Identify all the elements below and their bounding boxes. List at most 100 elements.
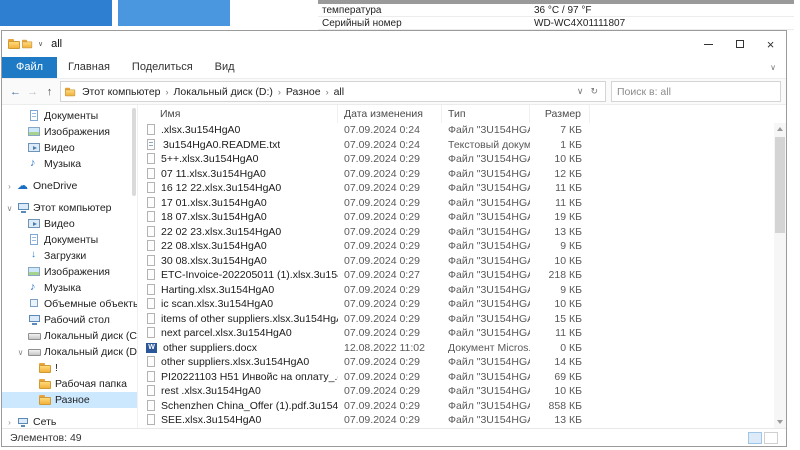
file-date: 07.09.2024 0:29	[338, 385, 442, 397]
sidebar-item[interactable]: ›OneDrive	[2, 178, 137, 194]
file-icon	[146, 153, 157, 165]
file-row[interactable]: 17 01.xlsx.3u154HgA007.09.2024 0:29Файл …	[138, 196, 786, 211]
file-row[interactable]: ETC-Invoice-202205011 (1).xlsx.3u154HgA0…	[138, 268, 786, 283]
file-row[interactable]: 30 08.xlsx.3u154HgA007.09.2024 0:29Файл …	[138, 254, 786, 269]
column-header-size[interactable]: Размер	[530, 105, 590, 123]
file-icon	[146, 371, 157, 383]
file-row[interactable]: rest .xlsx.3u154HgA007.09.2024 0:29Файл …	[138, 384, 786, 399]
thumbnails-view-button[interactable]	[764, 432, 778, 444]
file-row[interactable]: SEE.xlsx.3u154HgA007.09.2024 0:29Файл "3…	[138, 413, 786, 428]
file-row[interactable]: 22 02 23.xlsx.3u154HgA007.09.2024 0:29Фа…	[138, 225, 786, 240]
forward-button[interactable]: →	[24, 86, 41, 98]
file-row[interactable]: 3u154HgA0.README.txt07.09.2024 0:24Текст…	[138, 138, 786, 153]
sidebar-item[interactable]: Видео	[2, 140, 137, 156]
sidebar-scrollbar[interactable]	[131, 108, 137, 425]
file-icon	[146, 226, 157, 238]
close-button[interactable]: ×	[755, 31, 786, 57]
file-name-cell: Harting.xlsx.3u154HgA0	[138, 284, 338, 296]
ribbon-collapse-icon[interactable]: ∨	[770, 63, 776, 72]
expand-closed-icon[interactable]: ›	[5, 418, 14, 427]
spec-value: 36 °C / 97 °F	[534, 5, 794, 16]
file-row[interactable]: 22 08.xlsx.3u154HgA007.09.2024 0:29Файл …	[138, 239, 786, 254]
file-row[interactable]: shipment.xlsx.3u154HgA007.09.2024 0:29Фа…	[138, 428, 786, 429]
file-row[interactable]: PI20221103 H51 Инвойс на оплату_.doc...0…	[138, 370, 786, 385]
folder-icon	[39, 394, 52, 406]
file-row[interactable]: Schenzhen China_Offer (1).pdf.3u154HgA00…	[138, 399, 786, 414]
ribbon-tab-file[interactable]: Файл	[2, 57, 57, 78]
sidebar-item[interactable]: Загрузки	[2, 248, 137, 264]
sidebar-item-label: Загрузки	[44, 250, 86, 262]
breadcrumb-item[interactable]: all	[329, 86, 350, 98]
back-button[interactable]: ←	[7, 86, 24, 98]
file-row[interactable]: 16 12 22.xlsx.3u154HgA007.09.2024 0:29Фа…	[138, 181, 786, 196]
breadcrumb[interactable]: Этот компьютер›Локальный диск (D:)›Разно…	[60, 81, 606, 102]
titlebar[interactable]: ∨ all ×	[2, 31, 786, 57]
sidebar-item[interactable]: Объемные объекты	[2, 296, 137, 312]
file-name-cell: other suppliers.docx	[138, 342, 338, 354]
file-type: Текстовый докум...	[442, 139, 530, 151]
file-row[interactable]: 18 07.xlsx.3u154HgA007.09.2024 0:29Файл …	[138, 210, 786, 225]
file-icon	[146, 385, 157, 397]
scroll-down-icon[interactable]	[774, 416, 786, 428]
file-row[interactable]: Harting.xlsx.3u154HgA007.09.2024 0:29Фай…	[138, 283, 786, 298]
up-button[interactable]: ↑	[41, 86, 58, 98]
expand-open-icon[interactable]: ∨	[16, 348, 25, 357]
details-view-button[interactable]	[748, 432, 762, 444]
sidebar-item[interactable]: Локальный диск (C:)	[2, 328, 137, 344]
sidebar-item[interactable]: ∨Локальный диск (D:)	[2, 344, 137, 360]
sidebar-item[interactable]: Музыка	[2, 280, 137, 296]
column-header-date-modified[interactable]: Дата изменения	[338, 105, 442, 123]
breadcrumb-item[interactable]: Разное	[281, 86, 326, 98]
list-scrollbar-thumb[interactable]	[775, 137, 785, 233]
sidebar-item[interactable]: Изображения	[2, 264, 137, 280]
ribbon-tab-home[interactable]: Главная	[57, 57, 121, 78]
address-dropdown-icon[interactable]: ∨	[577, 86, 584, 97]
file-row[interactable]: ic scan.xlsx.3u154HgA007.09.2024 0:29Фай…	[138, 297, 786, 312]
column-header-type[interactable]: Тип	[442, 105, 530, 123]
file-row[interactable]: 07 11.xlsx.3u154HgA007.09.2024 0:29Файл …	[138, 167, 786, 182]
file-row[interactable]: other suppliers.xlsx.3u154HgA007.09.2024…	[138, 355, 786, 370]
file-name: other suppliers.docx	[163, 342, 257, 354]
quick-access-folder-icon[interactable]	[22, 39, 33, 49]
sidebar-item[interactable]: Рабочая папка	[2, 376, 137, 392]
column-header-name[interactable]: Имя	[138, 105, 338, 123]
explorer-window: ∨ all × ФайлГлавнаяПоделитьсяВид ∨ ← → ↑ …	[1, 30, 787, 447]
ribbon-tab-share[interactable]: Поделиться	[121, 57, 204, 78]
sidebar-item[interactable]: Разное	[2, 392, 137, 408]
list-scrollbar[interactable]	[774, 123, 786, 428]
sidebar-item[interactable]: Видео	[2, 216, 137, 232]
sidebar-item[interactable]: Документы	[2, 232, 137, 248]
qat-chevron-down-icon[interactable]: ∨	[38, 40, 43, 48]
file-row[interactable]: items of other suppliers.xlsx.3u154HgA00…	[138, 312, 786, 327]
status-bar: Элементов: 49	[2, 428, 786, 446]
search-input[interactable]: Поиск в: all	[611, 81, 781, 102]
file-icon	[146, 124, 157, 136]
address-bar: ← → ↑ Этот компьютер›Локальный диск (D:)…	[2, 79, 786, 105]
breadcrumb-item[interactable]: Этот компьютер	[77, 86, 166, 98]
file-icon	[146, 313, 157, 325]
breadcrumb-item[interactable]: Локальный диск (D:)	[169, 86, 278, 98]
sidebar-item[interactable]: Музыка	[2, 156, 137, 172]
file-row[interactable]: next parcel.xlsx.3u154HgA007.09.2024 0:2…	[138, 326, 786, 341]
file-name: 30 08.xlsx.3u154HgA0	[161, 255, 267, 267]
file-date: 07.09.2024 0:29	[338, 414, 442, 426]
sidebar-item[interactable]: Рабочий стол	[2, 312, 137, 328]
expand-closed-icon[interactable]: ›	[5, 182, 14, 191]
sidebar-item[interactable]: !	[2, 360, 137, 376]
file-row[interactable]: other suppliers.docx12.08.2022 11:02Доку…	[138, 341, 786, 356]
refresh-icon[interactable]: ↻	[590, 86, 598, 97]
sidebar-scrollbar-thumb[interactable]	[132, 108, 136, 196]
sidebar-item[interactable]: Изображения	[2, 124, 137, 140]
expand-open-icon[interactable]: ∨	[5, 204, 14, 213]
file-row[interactable]: 5++.xlsx.3u154HgA007.09.2024 0:29Файл "3…	[138, 152, 786, 167]
ribbon-tab-view[interactable]: Вид	[204, 57, 246, 78]
sidebar-item[interactable]: Документы	[2, 108, 137, 124]
scroll-up-icon[interactable]	[774, 123, 786, 135]
file-name: PI20221103 H51 Инвойс на оплату_.doc...	[161, 371, 338, 383]
maximize-button[interactable]	[724, 31, 755, 57]
file-row[interactable]: .xlsx.3u154HgA007.09.2024 0:24Файл "3U15…	[138, 123, 786, 138]
minimize-button[interactable]	[693, 31, 724, 57]
file-type: Файл "3U154HGA0"	[442, 269, 530, 281]
sidebar-item[interactable]: ›Сеть	[2, 414, 137, 428]
sidebar-item[interactable]: ∨Этот компьютер	[2, 200, 137, 216]
